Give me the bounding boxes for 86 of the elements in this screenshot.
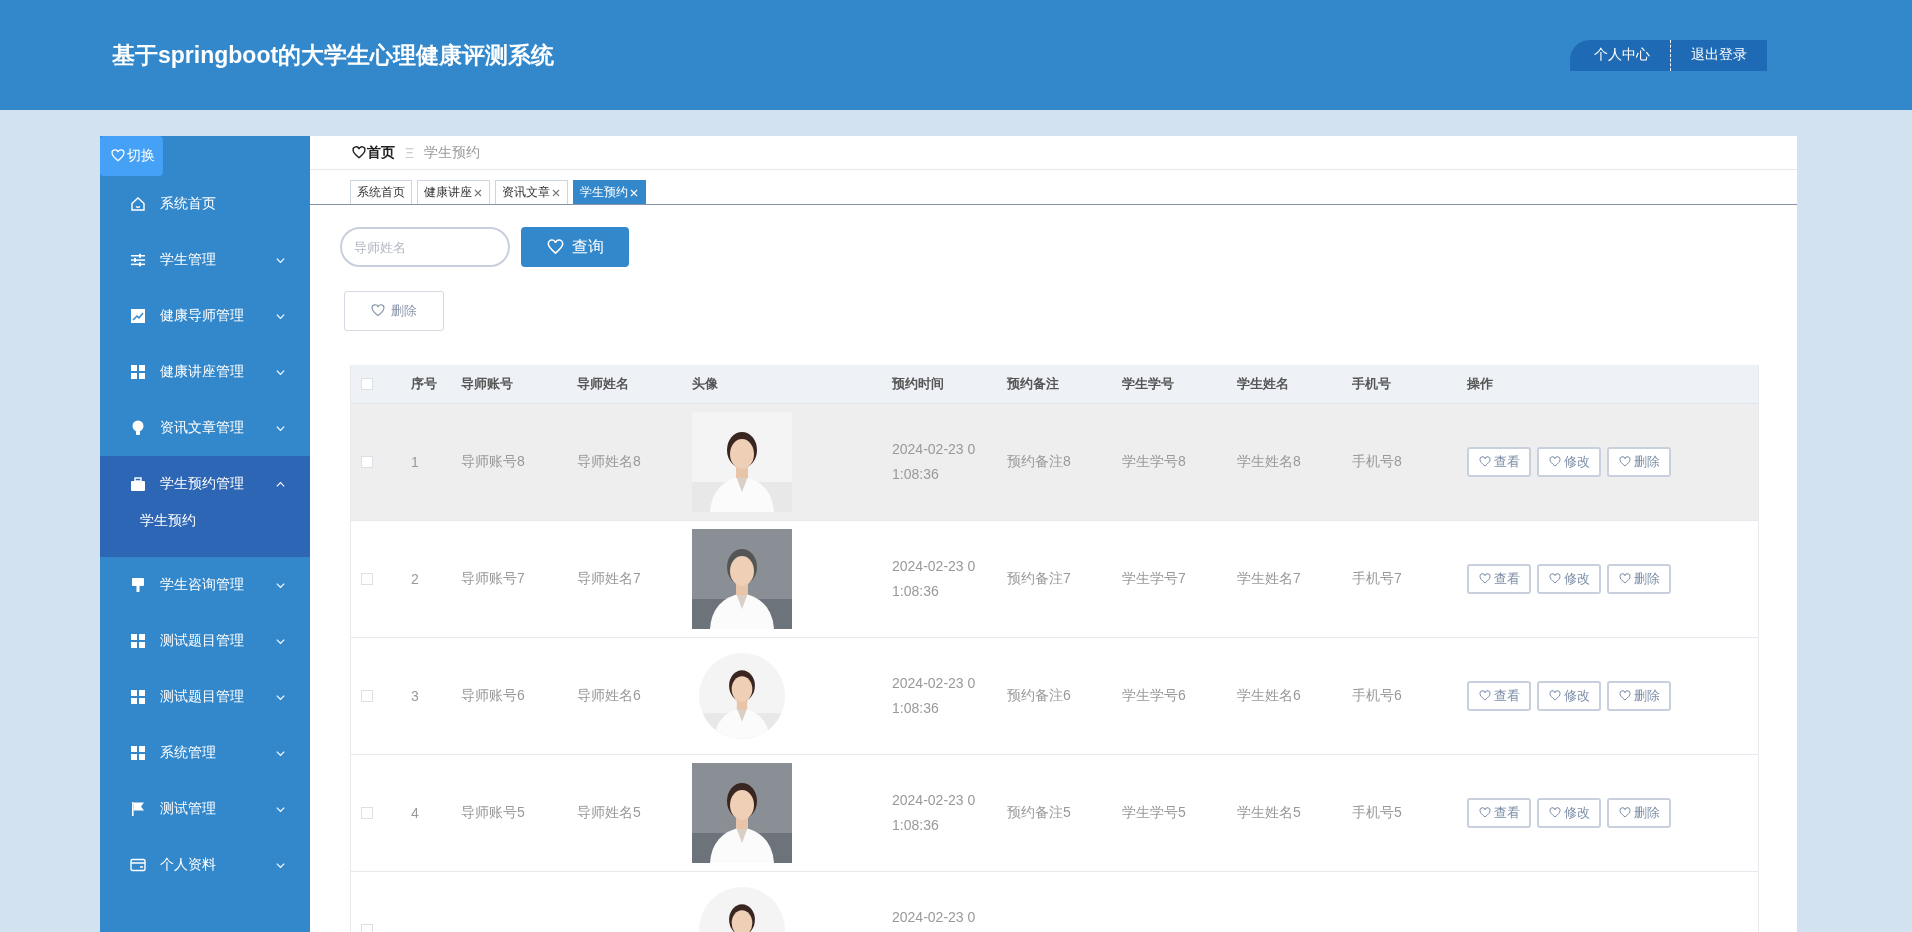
row-action-button[interactable]: 查看 <box>1467 564 1531 594</box>
table-cell-text: 导师姓名8 <box>577 453 642 471</box>
sidebar-item[interactable]: 资讯文章管理 <box>100 400 310 456</box>
table-cell-text: 学生姓名8 <box>1237 453 1302 471</box>
row-action-button[interactable]: 查看 <box>1467 798 1531 828</box>
tab[interactable]: 系统首页 <box>350 180 412 204</box>
column-header: 序号 <box>411 375 438 393</box>
header-button[interactable]: 退出登录 <box>1671 39 1767 71</box>
sidebar-item[interactable]: 测试题目管理 <box>100 613 310 669</box>
table-cell-text: 手机号8 <box>1352 453 1403 471</box>
table-cell-text: 学生学号7 <box>1122 570 1187 588</box>
table-cell-text: 2024-02-23 01:08:36 <box>892 440 977 484</box>
column-header: 导师账号 <box>461 375 514 393</box>
column-header: 头像 <box>692 375 719 393</box>
table-cell-text: 手机号6 <box>1352 687 1403 705</box>
table-cell-text: 导师账号8 <box>461 453 526 471</box>
row-action-button[interactable]: 修改 <box>1537 798 1601 828</box>
table-cell-text: 2024-02-23 01:08:36 <box>892 791 977 835</box>
sidebar-item[interactable]: 测试管理 <box>100 781 310 837</box>
delete-button[interactable]: 删除 <box>344 291 444 331</box>
table-row[interactable]: 2024-02-23 0 <box>351 872 1758 932</box>
table-cell-text: 预约备注8 <box>1007 453 1072 471</box>
column-header: 学生姓名 <box>1237 375 1290 393</box>
table-row[interactable]: 2 导师账号7 导师姓名7 2024-02-23 01:08:36 预约备注7 学生学号7 学生姓名7 手机号7 查看 修改 删除 <box>351 521 1758 638</box>
sidebar-item[interactable]: 健康导师管理 <box>100 288 310 344</box>
table-row[interactable]: 4 导师账号5 导师姓名5 2024-02-23 01:08:36 预约备注5 学生学号5 学生姓名5 手机号5 查看 修改 删除 <box>351 755 1758 872</box>
sidebar-subitem[interactable]: 学生预约 <box>100 512 310 557</box>
search-button[interactable]: 查询 <box>521 227 629 267</box>
table-cell-text: 学生学号8 <box>1122 453 1187 471</box>
sidebar-item[interactable]: 学生管理 <box>100 232 310 288</box>
table-cell-text: 预约备注7 <box>1007 570 1072 588</box>
sidebar-item[interactable]: 个人资料 <box>100 837 310 893</box>
sidebar-item[interactable]: 测试题目管理 <box>100 669 310 725</box>
table-cell-text: 手机号7 <box>1352 570 1403 588</box>
table-cell-text: 学生姓名7 <box>1237 570 1302 588</box>
sidebar-item[interactable]: 系统首页 <box>100 176 310 232</box>
table-cell-text: 导师账号7 <box>461 570 526 588</box>
table-cell-text: 学生姓名5 <box>1237 804 1302 822</box>
table-cell-text: 预约备注6 <box>1007 687 1072 705</box>
table-cell-text: 学生学号6 <box>1122 687 1187 705</box>
row-action-button[interactable]: 删除 <box>1607 798 1671 828</box>
column-header: 预约备注 <box>1007 375 1060 393</box>
row-action-button[interactable]: 删除 <box>1607 447 1671 477</box>
toggle-button[interactable]: 切换 <box>100 136 163 176</box>
sidebar-item[interactable]: 学生预约管理 <box>100 456 310 512</box>
sidebar-item[interactable]: 健康讲座管理 <box>100 344 310 400</box>
row-action-button[interactable]: 删除 <box>1607 564 1671 594</box>
table-cell-text: 预约备注5 <box>1007 804 1072 822</box>
table-cell-text: 2024-02-23 0 <box>892 908 977 927</box>
search-field[interactable]: 导师姓名 <box>340 227 510 267</box>
breadcrumb-home[interactable]: 首页 <box>352 143 395 162</box>
breadcrumb-current: 学生预约 <box>424 143 481 162</box>
column-header: 预约时间 <box>892 375 945 393</box>
row-action-button[interactable]: 修改 <box>1537 681 1601 711</box>
tab[interactable]: 学生预约 <box>573 180 646 204</box>
tab[interactable]: 资讯文章 <box>495 180 568 204</box>
row-action-button[interactable]: 删除 <box>1607 681 1671 711</box>
table-cell-text: 手机号5 <box>1352 804 1403 822</box>
table-cell-text: 导师账号5 <box>461 804 526 822</box>
column-header: 学生学号 <box>1122 375 1175 393</box>
table-cell-text: 学生姓名6 <box>1237 687 1302 705</box>
table-row[interactable]: 1 导师账号8 导师姓名8 2024-02-23 01:08:36 预约备注8 学生学号8 学生姓名8 手机号8 查看 修改 删除 <box>351 404 1758 521</box>
column-header: 手机号 <box>1352 375 1392 393</box>
row-action-button[interactable]: 修改 <box>1537 564 1601 594</box>
table-cell-text: 2024-02-23 01:08:36 <box>892 674 977 718</box>
row-action-button[interactable]: 修改 <box>1537 447 1601 477</box>
app-title: 基于springboot的大学生心理健康评测系统 <box>112 40 555 70</box>
table-row[interactable]: 3 导师账号6 导师姓名6 2024-02-23 01:08:36 预约备注6 学生学号6 学生姓名6 手机号6 查看 修改 删除 <box>351 638 1758 755</box>
table-cell-text: 导师账号6 <box>461 687 526 705</box>
table-cell-text: 导师姓名7 <box>577 570 642 588</box>
table-cell-text: 导师姓名6 <box>577 687 642 705</box>
table-cell-text: 导师姓名5 <box>577 804 642 822</box>
header-button[interactable]: 个人中心 <box>1570 39 1671 71</box>
tab[interactable]: 健康讲座 <box>417 180 490 204</box>
column-header: 导师姓名 <box>577 375 630 393</box>
table-cell-text: 2024-02-23 01:08:36 <box>892 557 977 601</box>
table-cell-text: 3 <box>411 688 420 704</box>
column-header: 操作 <box>1467 375 1494 393</box>
sidebar-item[interactable]: 系统管理 <box>100 725 310 781</box>
sidebar-item[interactable]: 学生咨询管理 <box>100 557 310 613</box>
table-cell-text: 2 <box>411 571 420 587</box>
table-cell-text: 4 <box>411 805 420 821</box>
row-action-button[interactable]: 查看 <box>1467 447 1531 477</box>
row-action-button[interactable]: 查看 <box>1467 681 1531 711</box>
table-cell-text: 1 <box>411 454 420 470</box>
table-cell-text: 学生学号5 <box>1122 804 1187 822</box>
